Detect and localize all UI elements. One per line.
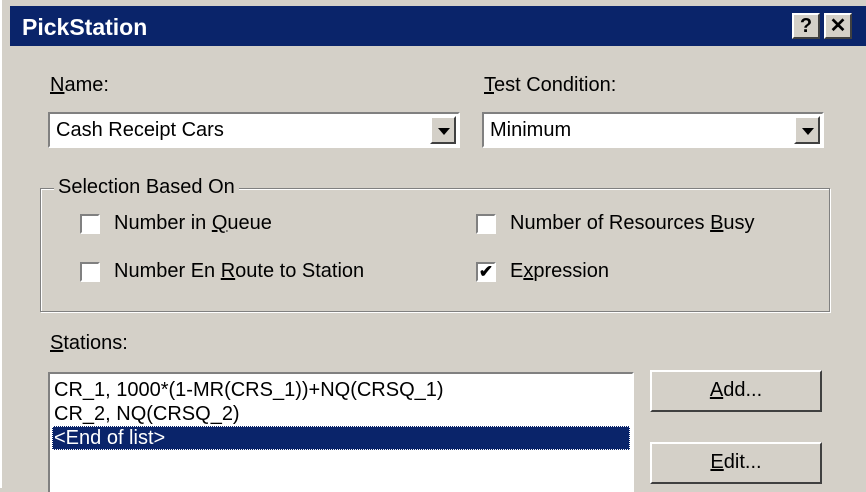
test-condition-value: Minimum bbox=[490, 119, 572, 141]
test-condition-label: Test Condition: bbox=[484, 74, 617, 96]
name-combobox[interactable]: Cash Receipt Cars bbox=[48, 112, 460, 148]
help-button[interactable]: ? bbox=[792, 13, 820, 39]
add-button[interactable]: Add... bbox=[650, 370, 822, 412]
list-item[interactable]: CR_1, 1000*(1-MR(CRS_1))+NQ(CRSQ_1) bbox=[52, 378, 630, 402]
name-dropdown-button[interactable] bbox=[430, 116, 456, 144]
title-bar[interactable]: PickStation ? ✕ bbox=[10, 6, 866, 46]
number-en-route-label: Number En Route to Station bbox=[114, 260, 365, 282]
number-in-queue-checkbox[interactable] bbox=[80, 214, 100, 234]
number-resources-busy-checkbox[interactable] bbox=[476, 214, 496, 234]
stations-listbox[interactable]: CR_1, 1000*(1-MR(CRS_1))+NQ(CRSQ_1) CR_2… bbox=[48, 372, 634, 492]
expression-label: Expression bbox=[510, 260, 609, 282]
number-in-queue-label: Number in Queue bbox=[114, 212, 272, 234]
pickstation-dialog: PickStation ? ✕ Name: Cash Receipt Cars … bbox=[0, 0, 866, 492]
help-icon: ? bbox=[799, 15, 813, 37]
stations-label: Stations: bbox=[50, 332, 128, 354]
number-resources-busy-label: Number of Resources Busy bbox=[510, 212, 755, 234]
list-item[interactable]: CR_2, NQ(CRSQ_2) bbox=[52, 402, 630, 426]
number-en-route-checkbox[interactable] bbox=[80, 262, 100, 282]
name-label: Name: bbox=[50, 74, 109, 96]
selection-group-title: Selection Based On bbox=[54, 176, 239, 199]
selection-group-box bbox=[40, 188, 830, 312]
test-condition-combobox[interactable]: Minimum bbox=[482, 112, 824, 148]
edit-button[interactable]: Edit... bbox=[650, 442, 822, 484]
name-value: Cash Receipt Cars bbox=[56, 119, 224, 141]
checkmark-icon: ✔ bbox=[478, 262, 494, 281]
window-title: PickStation bbox=[22, 14, 148, 40]
test-condition-dropdown-button[interactable] bbox=[794, 116, 820, 144]
close-icon: ✕ bbox=[829, 15, 847, 37]
expression-checkbox[interactable]: ✔ bbox=[476, 262, 496, 282]
close-button[interactable]: ✕ bbox=[824, 13, 852, 39]
list-item-selected[interactable]: <End of list> bbox=[52, 426, 630, 450]
